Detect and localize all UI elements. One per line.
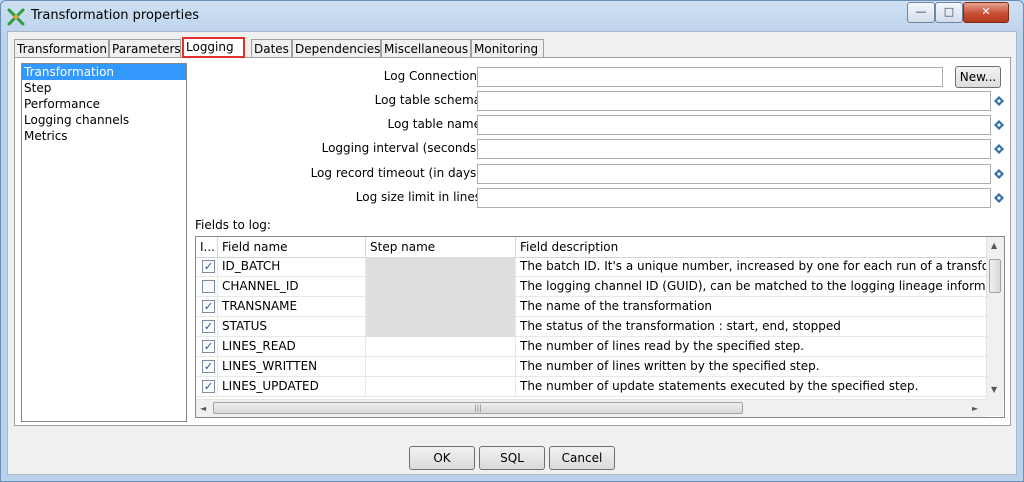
table-header: I... Field name Step name Field descript… [196,237,986,258]
table-row[interactable]: ✓ TRANSNAME The name of the transformati… [196,297,986,317]
cancel-button[interactable]: Cancel [549,446,615,470]
log-record-timeout-label: Log record timeout (in days) [310,166,481,180]
dialog-body: Transformation Parameters Logging Dates … [7,31,1017,475]
fields-to-log-label: Fields to log: [195,218,271,232]
logging-panel: Transformation Step Performance Logging … [14,57,1011,426]
log-connection-select[interactable] [477,67,943,87]
properties-window: Transformation properties — □ ✕ Transfor… [0,0,1024,482]
step-name-cell [366,277,516,297]
field-description-cell[interactable]: The name of the transformation [516,297,986,317]
sql-button[interactable]: SQL [479,446,545,470]
field-description-cell[interactable]: The logging channel ID (GUID), can be ma… [516,277,986,297]
vertical-scroll-thumb[interactable] [989,259,1001,293]
variable-icon [994,144,1004,154]
step-name-cell[interactable] [366,357,516,377]
ok-button[interactable]: OK [409,446,475,470]
step-name-cell[interactable] [366,337,516,357]
field-description-cell[interactable]: The number of update statements executed… [516,377,986,397]
step-name-cell [366,317,516,337]
close-button[interactable]: ✕ [963,2,1009,23]
horizontal-scrollbar[interactable]: ◄ ||| ► [196,399,986,417]
table-row[interactable]: CHANNEL_ID The logging channel ID (GUID)… [196,277,986,297]
tab-dates[interactable]: Dates [251,39,292,57]
window-title: Transformation properties [31,8,200,23]
field-name-cell[interactable]: ID_BATCH [218,257,366,277]
log-size-limit-input[interactable] [477,188,991,208]
fields-to-log-table[interactable]: I... Field name Step name Field descript… [195,236,1005,418]
log-table-name-input[interactable] [477,115,991,135]
column-header-field-description[interactable]: Field description [516,237,986,257]
tab-monitoring[interactable]: Monitoring [471,39,544,57]
category-item-logging-channels[interactable]: Logging channels [22,112,186,128]
field-name-cell[interactable]: LINES_UPDATED [218,377,366,397]
category-item-performance[interactable]: Performance [22,96,186,112]
table-row[interactable]: ✓ LINES_UPDATED The number of update sta… [196,377,986,397]
field-description-cell[interactable]: The number of lines read by the specifie… [516,337,986,357]
include-checkbox[interactable]: ✓ [202,320,215,333]
log-connection-label: Log Connection: [383,69,481,83]
log-record-timeout-input[interactable] [477,164,991,184]
log-table-schema-input[interactable] [477,91,991,111]
column-header-step-name[interactable]: Step name [366,237,516,257]
category-item-transformation[interactable]: Transformation [22,64,186,80]
field-name-cell[interactable]: LINES_WRITTEN [218,357,366,377]
log-table-schema-label: Log table schema [374,93,481,107]
column-header-field-name[interactable]: Field name [218,237,366,257]
step-name-cell [366,257,516,277]
logging-interval-label: Logging interval (seconds) [321,141,481,155]
field-description-cell[interactable]: The batch ID. It's a unique number, incr… [516,257,986,277]
variable-icon [994,193,1004,203]
column-header-include[interactable]: I... [196,237,218,257]
table-row[interactable]: ✓ LINES_READ The number of lines read by… [196,337,986,357]
step-name-cell[interactable] [366,377,516,397]
table-row[interactable]: ✓ ID_BATCH The batch ID. It's a unique n… [196,257,986,277]
scroll-left-icon[interactable]: ◄ [200,404,206,413]
maximize-button[interactable]: □ [935,2,963,23]
tab-miscellaneous[interactable]: Miscellaneous [381,39,471,57]
logging-category-list[interactable]: Transformation Step Performance Logging … [21,63,187,422]
log-table-name-label: Log table name [387,117,482,131]
log-size-limit-label: Log size limit in lines [355,190,481,204]
scroll-down-icon[interactable]: ▼ [991,385,997,394]
title-bar[interactable]: Transformation properties — □ ✕ [1,1,1023,31]
tab-logging[interactable]: Logging [182,37,245,58]
tab-dependencies[interactable]: Dependencies [292,39,381,57]
include-checkbox[interactable]: ✓ [202,260,215,273]
field-description-cell[interactable]: The status of the transformation : start… [516,317,986,337]
scroll-up-icon[interactable]: ▲ [991,241,997,250]
scrollbar-corner [986,399,1003,416]
field-name-cell[interactable]: TRANSNAME [218,297,366,317]
step-name-cell [366,297,516,317]
field-name-cell[interactable]: CHANNEL_ID [218,277,366,297]
category-item-step[interactable]: Step [22,80,186,96]
vertical-scrollbar[interactable]: ▲ ▼ [986,237,1004,399]
variable-icon [994,96,1004,106]
minimize-button[interactable]: — [907,2,935,23]
include-checkbox[interactable]: ✓ [202,360,215,373]
horizontal-scroll-thumb[interactable]: ||| [213,402,743,414]
table-row[interactable]: ✓ STATUS The status of the transformatio… [196,317,986,337]
scroll-right-icon[interactable]: ► [972,404,978,413]
include-checkbox[interactable]: ✓ [202,300,215,313]
include-checkbox[interactable]: ✓ [202,340,215,353]
new-connection-button[interactable]: New... [955,66,1001,88]
field-name-cell[interactable]: LINES_READ [218,337,366,357]
tab-parameters[interactable]: Parameters [109,39,181,57]
field-name-cell[interactable]: STATUS [218,317,366,337]
variable-icon [994,169,1004,179]
include-checkbox[interactable]: ✓ [202,380,215,393]
app-icon [7,8,25,26]
category-item-metrics[interactable]: Metrics [22,128,186,144]
field-description-cell[interactable]: The number of lines written by the speci… [516,357,986,377]
variable-icon [994,120,1004,130]
tab-transformation[interactable]: Transformation [14,39,109,57]
table-row[interactable]: ✓ LINES_WRITTEN The number of lines writ… [196,357,986,377]
logging-interval-input[interactable] [477,139,991,159]
include-checkbox[interactable] [202,280,215,293]
